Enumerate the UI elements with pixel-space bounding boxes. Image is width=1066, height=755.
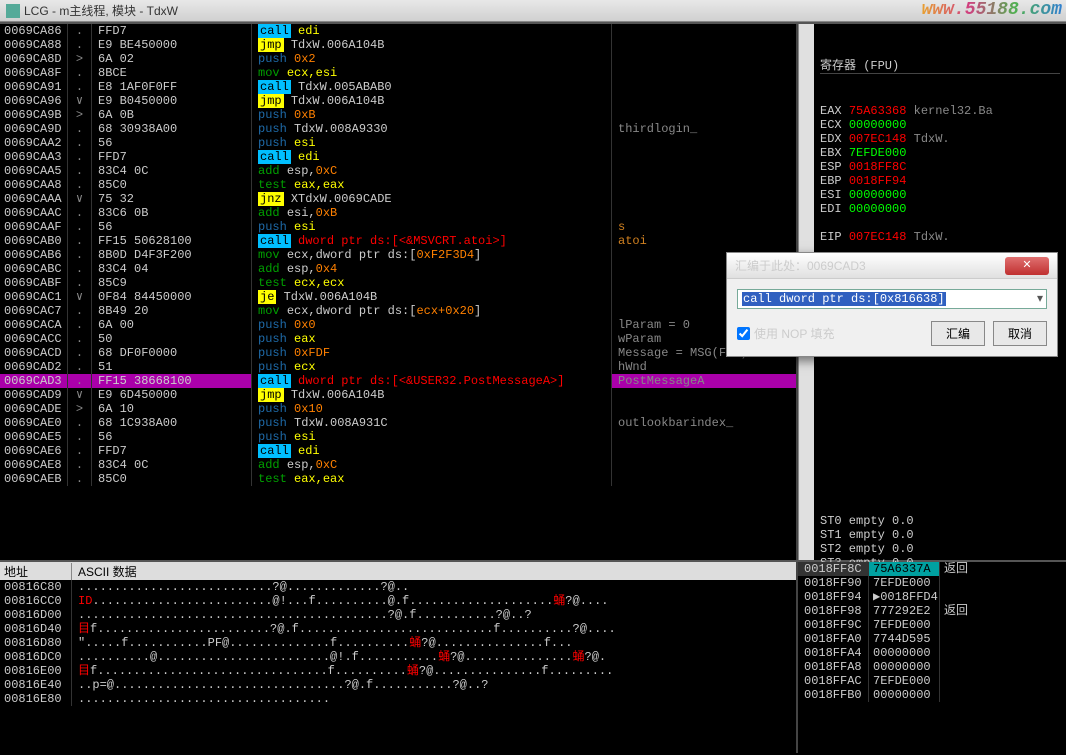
disasm-row[interactable]: 0069CAB0.FF15 50628100call dword ptr ds:… bbox=[0, 234, 796, 248]
disasm-row[interactable]: 0069CA86.FFD7call edi bbox=[0, 24, 796, 38]
disasm-row[interactable]: 0069CACC.50push eaxwParam bbox=[0, 332, 796, 346]
disasm-row[interactable]: 0069CAEB.85C0test eax,eax bbox=[0, 472, 796, 486]
dump-row[interactable]: 00816D00................................… bbox=[0, 608, 796, 622]
disasm-row[interactable]: 0069CAE5.56push esi bbox=[0, 430, 796, 444]
stack-row[interactable]: 0018FFA07744D595 bbox=[798, 632, 1066, 646]
disasm-row[interactable]: 0069CAD3.FF15 38668100call dword ptr ds:… bbox=[0, 374, 796, 388]
stack-row[interactable]: 0018FF98777292E2返回 bbox=[798, 604, 1066, 618]
dump-col-ascii: ASCII 数据 bbox=[72, 563, 796, 580]
disasm-row[interactable]: 0069CABC.83C4 04add esp,0x4 bbox=[0, 262, 796, 276]
disasm-row[interactable]: 0069CAAA∨75 32jnz XTdxW.0069CADE bbox=[0, 192, 796, 206]
stack-row[interactable]: 0018FFA400000000 bbox=[798, 646, 1066, 660]
assemble-dialog[interactable]: 汇编于此处：0069CAD3 ✕ ▾ call dword ptr ds:[0x… bbox=[726, 252, 1058, 357]
disasm-row[interactable]: 0069CA91.E8 1AF0F0FFcall TdxW.005ABAB0 bbox=[0, 80, 796, 94]
nop-fill-checkbox[interactable]: 使用 NOP 填充 bbox=[737, 325, 923, 342]
disasm-row[interactable]: 0069CACA.6A 00push 0x0lParam = 0 bbox=[0, 318, 796, 332]
cancel-button[interactable]: 取消 bbox=[993, 321, 1047, 346]
dump-row[interactable]: 00816D80".....f...........PF@...........… bbox=[0, 636, 796, 650]
watermark: www.55188.com bbox=[922, 0, 1062, 20]
dump-row[interactable]: 00816E40..p=@...........................… bbox=[0, 678, 796, 692]
dump-row[interactable]: 00816E80................................… bbox=[0, 692, 796, 706]
disasm-row[interactable]: 0069CA9D.68 30938A00push TdxW.008A9330th… bbox=[0, 122, 796, 136]
dump-row[interactable]: 00816D40目f........................?@.f..… bbox=[0, 622, 796, 636]
stack-row[interactable]: 0018FFAC7EFDE000 bbox=[798, 674, 1066, 688]
disasm-row[interactable]: 0069CAB6.8B0D D4F3F200mov ecx,dword ptr … bbox=[0, 248, 796, 262]
dropdown-icon[interactable]: ▾ bbox=[1037, 291, 1043, 305]
disasm-row[interactable]: 0069CA88.E9 BE450000jmp TdxW.006A104B bbox=[0, 38, 796, 52]
disasm-row[interactable]: 0069CA96∨E9 B0450000jmp TdxW.006A104B bbox=[0, 94, 796, 108]
stack-row[interactable]: 0018FF8C75A6337A返回 bbox=[798, 562, 1066, 576]
assemble-input[interactable] bbox=[737, 289, 1047, 309]
disasm-row[interactable]: 0069CAA8.85C0test eax,eax bbox=[0, 178, 796, 192]
disasm-row[interactable]: 0069CAA5.83C4 0Cadd esp,0xC bbox=[0, 164, 796, 178]
disasm-row[interactable]: 0069CAC7.8B49 20mov ecx,dword ptr ds:[ec… bbox=[0, 304, 796, 318]
dump-header: 地址 ASCII 数据 bbox=[0, 562, 796, 580]
dump-row[interactable]: 00816E00目f..............................… bbox=[0, 664, 796, 678]
disasm-row[interactable]: 0069CA8D>6A 02push 0x2 bbox=[0, 52, 796, 66]
disasm-row[interactable]: 0069CABF.85C9test ecx,ecx bbox=[0, 276, 796, 290]
disasm-row[interactable]: 0069CAC1∨0F84 84450000je TdxW.006A104B bbox=[0, 290, 796, 304]
disasm-row[interactable]: 0069CAE0.68 1C938A00push TdxW.008A931Cou… bbox=[0, 416, 796, 430]
window-title: LCG - m主线程, 模块 - TdxW bbox=[24, 2, 178, 19]
stack-row[interactable]: 0018FFB000000000 bbox=[798, 688, 1066, 702]
disasm-row[interactable]: 0069CA8F.8BCEmov ecx,esi bbox=[0, 66, 796, 80]
disasm-row[interactable]: 0069CAA2.56push esi bbox=[0, 136, 796, 150]
stack-row[interactable]: 0018FF94▶0018FFD4 bbox=[798, 590, 1066, 604]
nop-fill-check[interactable] bbox=[737, 327, 750, 340]
disasm-row[interactable]: 0069CADE>6A 10push 0x10 bbox=[0, 402, 796, 416]
dialog-titlebar[interactable]: 汇编于此处：0069CAD3 ✕ bbox=[727, 253, 1057, 279]
dump-row[interactable]: 00816DC0..........@.....................… bbox=[0, 650, 796, 664]
memory-dump-panel[interactable]: 地址 ASCII 数据 00816C80....................… bbox=[0, 562, 798, 753]
window-titlebar[interactable]: LCG - m主线程, 模块 - TdxW bbox=[0, 0, 1066, 22]
stack-row[interactable]: 0018FF907EFDE000 bbox=[798, 576, 1066, 590]
disasm-row[interactable]: 0069CAAC.83C6 0Badd esi,0xB bbox=[0, 206, 796, 220]
dump-row[interactable]: 00816CC0ID.........................@!...… bbox=[0, 594, 796, 608]
disasm-row[interactable]: 0069CACD.68 DF0F0000push 0xFDFMessage = … bbox=[0, 346, 796, 360]
disasm-row[interactable]: 0069CAE8.83C4 0Cadd esp,0xC bbox=[0, 458, 796, 472]
stack-panel[interactable]: 0018FF8C75A6337A返回0018FF907EFDE0000018FF… bbox=[798, 562, 1066, 753]
app-icon bbox=[6, 4, 20, 18]
disassembly-panel[interactable]: 0069CA86.FFD7call edi0069CA88.E9 BE45000… bbox=[0, 24, 798, 560]
dialog-close-button[interactable]: ✕ bbox=[1005, 257, 1049, 275]
disasm-row[interactable]: 0069CAD2.51push ecxhWnd bbox=[0, 360, 796, 374]
dialog-title: 汇编于此处：0069CAD3 bbox=[735, 257, 866, 274]
disasm-row[interactable]: 0069CAD9∨E9 6D450000jmp TdxW.006A104B bbox=[0, 388, 796, 402]
stack-row[interactable]: 0018FFA800000000 bbox=[798, 660, 1066, 674]
disasm-row[interactable]: 0069CA9B>6A 0Bpush 0xB bbox=[0, 108, 796, 122]
stack-row[interactable]: 0018FF9C7EFDE000 bbox=[798, 618, 1066, 632]
assemble-button[interactable]: 汇编 bbox=[931, 321, 985, 346]
disasm-row[interactable]: 0069CAAF.56push esis bbox=[0, 220, 796, 234]
disasm-row[interactable]: 0069CAA3.FFD7call edi bbox=[0, 150, 796, 164]
dump-row[interactable]: 00816C80...........................?@...… bbox=[0, 580, 796, 594]
dump-col-addr: 地址 bbox=[0, 563, 72, 580]
disasm-row[interactable]: 0069CAE6.FFD7call edi bbox=[0, 444, 796, 458]
registers-title: 寄存器 (FPU) bbox=[820, 56, 1060, 74]
